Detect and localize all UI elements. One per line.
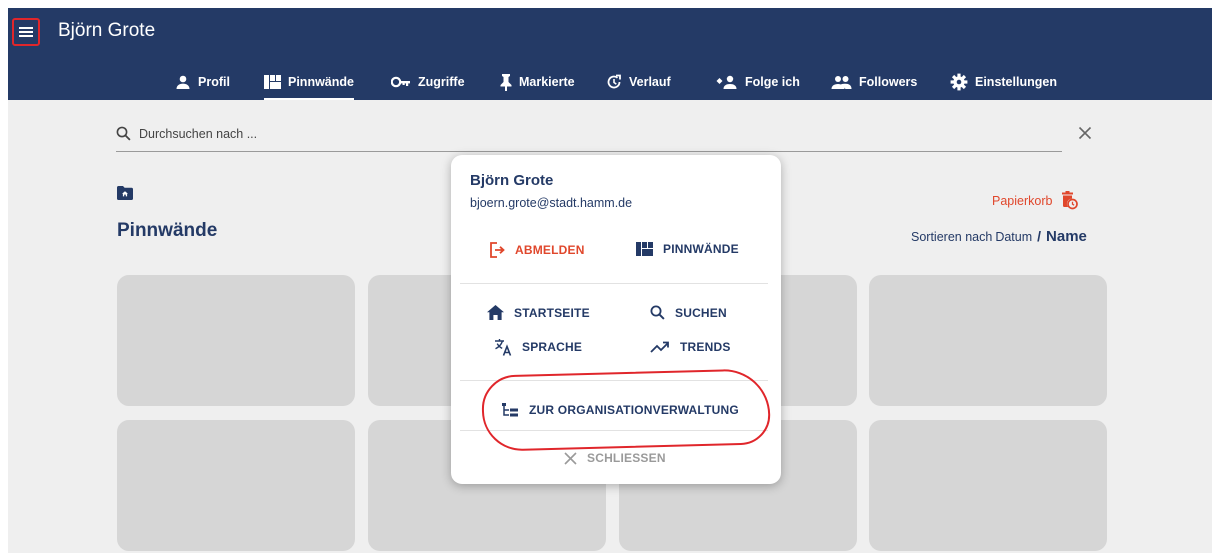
tab-followers[interactable]: Followers	[831, 64, 917, 100]
trash-link[interactable]: Papierkorb	[992, 191, 1079, 210]
popup-divider	[460, 430, 768, 431]
close-popup-button[interactable]: SCHLIESSEN	[564, 451, 666, 465]
tab-label: Zugriffe	[418, 75, 465, 89]
boards-button[interactable]: PINNWÄNDE	[636, 242, 739, 256]
search-menu-label: SUCHEN	[675, 305, 727, 320]
sort-option-date[interactable]: Datum	[995, 230, 1032, 244]
close-icon	[1078, 126, 1092, 140]
tab-zugriffe[interactable]: Zugriffe	[391, 64, 465, 100]
home-button[interactable]: STARTSEITE	[487, 305, 590, 320]
app-frame: Björn Grote Profil Pinnwände Zugriffe Ma…	[8, 8, 1212, 553]
trends-label: TRENDS	[680, 340, 731, 354]
tab-markierte[interactable]: Markierte	[500, 64, 575, 100]
nav-tabs: Profil Pinnwände Zugriffe Markierte Verl…	[8, 64, 1212, 100]
trash-clock-icon	[1062, 191, 1079, 210]
popup-divider	[460, 380, 768, 381]
clear-search-button[interactable]	[1078, 126, 1092, 145]
tab-label: Verlauf	[629, 75, 671, 89]
dashboard-icon	[264, 75, 281, 89]
tab-label: Profil	[198, 75, 230, 89]
translate-icon	[495, 339, 512, 356]
search-menu-button[interactable]: SUCHEN	[650, 305, 727, 320]
board-card-placeholder	[117, 420, 355, 551]
search-input[interactable]	[139, 126, 539, 141]
group-icon	[831, 76, 852, 89]
home-label: STARTSEITE	[514, 305, 590, 320]
trends-button[interactable]: TRENDS	[650, 340, 731, 354]
dashboard-icon	[636, 242, 653, 256]
tab-pinnwaende[interactable]: Pinnwände	[264, 64, 354, 100]
follow-icon	[716, 75, 737, 89]
search-icon	[116, 126, 131, 141]
logout-button[interactable]: ABMELDEN	[489, 242, 585, 258]
sort-option-name[interactable]: Name	[1046, 228, 1087, 245]
sort-control: Sortieren nach Datum / Name	[911, 228, 1087, 245]
app-title: Björn Grote	[58, 20, 156, 41]
close-popup-label: SCHLIESSEN	[587, 451, 666, 465]
tab-verlauf[interactable]: Verlauf	[606, 64, 671, 100]
boards-label: PINNWÄNDE	[663, 242, 739, 256]
tab-label: Markierte	[519, 75, 575, 89]
app-bar: Björn Grote Profil Pinnwände Zugriffe Ma…	[8, 8, 1212, 100]
board-card-placeholder	[869, 420, 1107, 551]
hamburger-menu-icon	[19, 27, 33, 37]
tab-profil[interactable]: Profil	[175, 64, 230, 100]
trash-label: Papierkorb	[992, 193, 1053, 208]
tab-einstellungen[interactable]: Einstellungen	[950, 64, 1057, 100]
trending-up-icon	[650, 341, 669, 353]
organization-admin-button[interactable]: ZUR ORGANISATIONVERWALTUNG	[502, 403, 739, 417]
page-title: Pinnwände	[117, 220, 218, 241]
gear-icon	[950, 73, 968, 91]
popup-divider	[460, 283, 768, 284]
home-icon	[487, 305, 504, 320]
logout-icon	[490, 242, 505, 258]
user-menu-popup: Björn Grote bjoern.grote@stadt.hamm.de A…	[451, 155, 781, 484]
tab-label: Folge ich	[745, 75, 800, 89]
account-tree-icon	[502, 403, 518, 417]
tab-label: Pinnwände	[288, 75, 354, 89]
sort-prefix: Sortieren nach	[911, 230, 993, 244]
popup-user-email: bjoern.grote@stadt.hamm.de	[470, 196, 633, 210]
search-bar	[116, 116, 1062, 152]
search-icon	[650, 305, 665, 320]
menu-button[interactable]	[12, 18, 40, 46]
tab-label: Einstellungen	[975, 75, 1057, 89]
sort-separator: /	[1037, 228, 1042, 244]
organization-admin-label: ZUR ORGANISATIONVERWALTUNG	[529, 403, 739, 417]
popup-user-name: Björn Grote	[470, 172, 554, 189]
board-card-placeholder	[869, 275, 1107, 406]
key-icon	[391, 76, 410, 88]
tab-label: Followers	[859, 75, 918, 89]
language-button[interactable]: SPRACHE	[494, 338, 582, 356]
person-icon	[176, 75, 190, 89]
logout-label: ABMELDEN	[515, 243, 585, 257]
board-card-placeholder	[117, 275, 355, 406]
history-icon	[607, 74, 621, 89]
close-icon	[564, 451, 577, 465]
tab-folge-ich[interactable]: Folge ich	[716, 64, 800, 100]
language-label: SPRACHE	[522, 340, 583, 354]
pin-icon	[500, 73, 512, 91]
folder-home-icon	[117, 186, 133, 205]
